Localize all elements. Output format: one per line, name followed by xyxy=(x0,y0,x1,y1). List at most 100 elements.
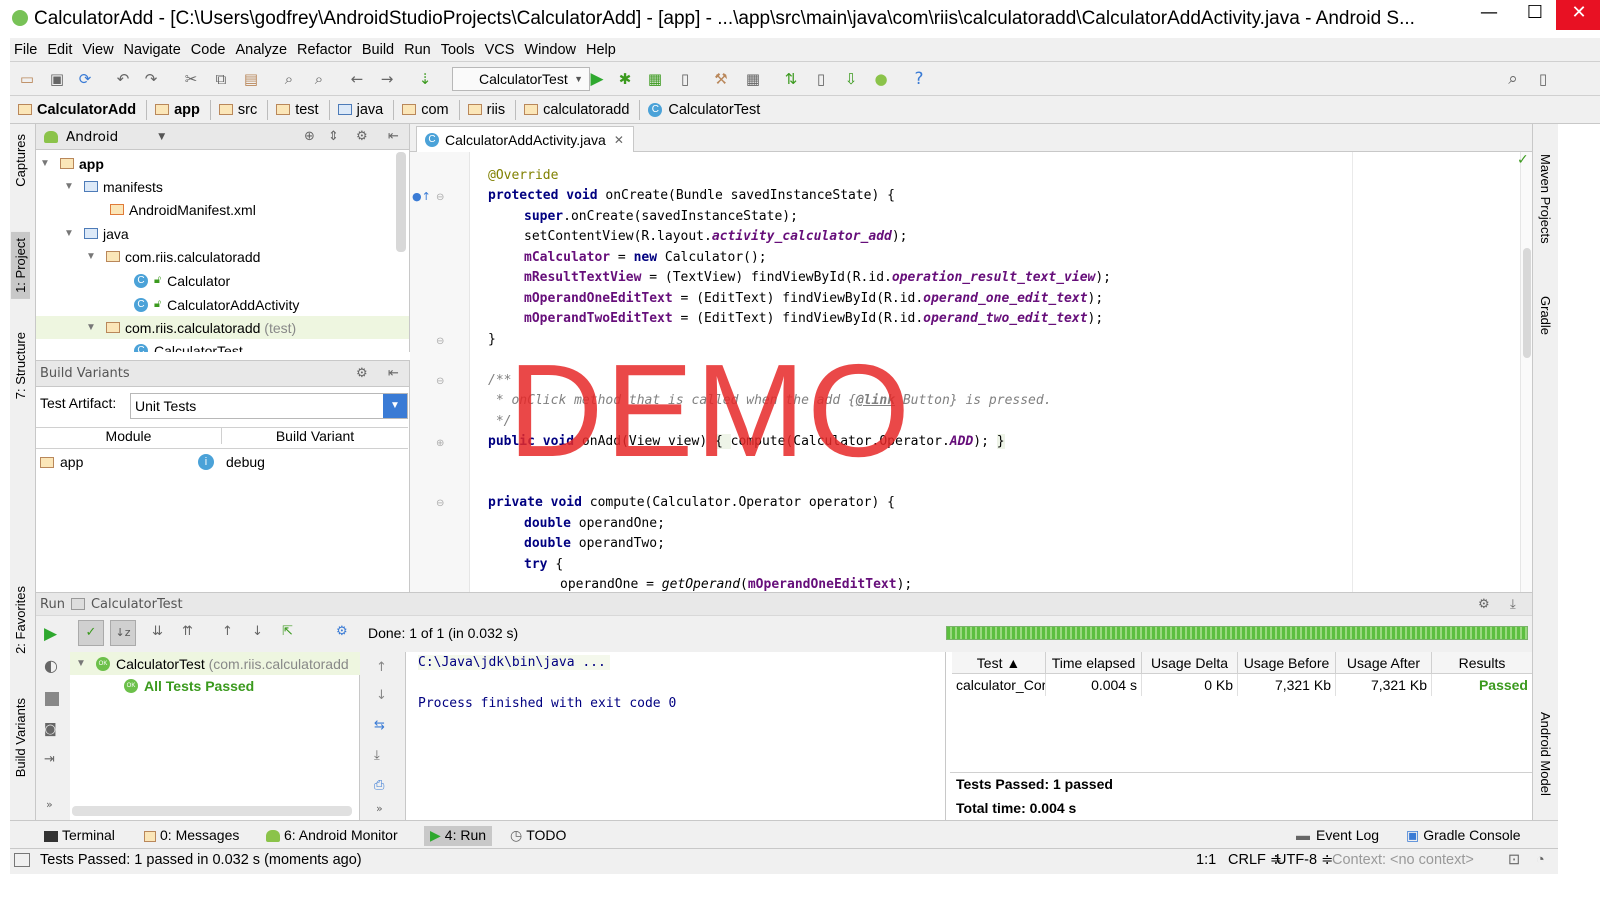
tree-item-test-package[interactable]: ▼ com.riis.calculatoradd (test) xyxy=(36,316,409,339)
open-folder-icon[interactable]: ▭ xyxy=(18,70,36,88)
attach-debugger-icon[interactable]: ▯ xyxy=(676,70,694,88)
column-usage-before[interactable]: Usage Before xyxy=(1238,652,1336,674)
down-icon[interactable]: ↓ xyxy=(376,688,387,703)
gear-icon[interactable]: ⚙ xyxy=(356,129,368,144)
breadcrumb-item[interactable]: CalculatorAdd xyxy=(10,99,148,120)
info-icon[interactable]: i xyxy=(198,454,214,470)
coverage-icon[interactable]: ▦ xyxy=(646,70,664,88)
tree-item-app[interactable]: ▼ app xyxy=(40,152,104,175)
menu-help[interactable]: Help xyxy=(586,42,616,58)
exit-icon[interactable]: ⇥ xyxy=(44,752,55,767)
debug-icon[interactable]: ✱ xyxy=(616,70,634,88)
gear-icon[interactable]: ⚙ xyxy=(356,366,368,381)
previous-failed-icon[interactable]: ↑ xyxy=(222,624,233,639)
android-model-tab[interactable]: Android Model xyxy=(1538,712,1553,796)
scrollbar[interactable] xyxy=(396,152,406,252)
menu-edit[interactable]: Edit xyxy=(47,42,72,58)
structure-icon[interactable]: ▦ xyxy=(744,70,762,88)
terminal-tab[interactable]: Terminal xyxy=(38,826,121,846)
tree-item-package[interactable]: ▼ com.riis.calculatoradd xyxy=(86,245,260,268)
cut-icon[interactable]: ✂ xyxy=(182,70,200,88)
fold-icon[interactable]: ⊖ xyxy=(436,498,444,509)
menu-build[interactable]: Build xyxy=(362,42,394,58)
column-results[interactable]: Results xyxy=(1432,652,1532,674)
breadcrumb-item[interactable]: java xyxy=(330,99,395,120)
stop-icon[interactable] xyxy=(45,692,59,706)
build-variant-value[interactable]: debug xyxy=(226,454,265,470)
back-icon[interactable]: ← xyxy=(348,70,366,88)
project-structure-icon[interactable]: ⚒ xyxy=(712,70,730,88)
project-tab[interactable]: 1: Project xyxy=(11,232,30,299)
build-variants-tab[interactable]: Build Variants xyxy=(13,698,28,777)
tree-item-activity[interactable]: C 🔓︎ CalculatorAddActivity xyxy=(134,293,299,316)
hide-panel-icon[interactable]: ⇤ xyxy=(388,366,399,381)
collapse-all-icon[interactable]: ⇕ xyxy=(328,129,339,144)
breadcrumb-item[interactable]: riis xyxy=(460,99,517,120)
undo-icon[interactable]: ↶ xyxy=(114,70,132,88)
line-separator[interactable]: CRLF ≑ xyxy=(1228,852,1282,868)
menu-run[interactable]: Run xyxy=(404,42,431,58)
test-tree-child[interactable]: OK All Tests Passed xyxy=(124,674,254,697)
more-icon[interactable]: » xyxy=(46,798,53,811)
forward-icon[interactable]: → xyxy=(378,70,396,88)
scroll-from-source-icon[interactable]: ⊕ xyxy=(304,129,315,144)
maximize-button[interactable]: ☐ xyxy=(1512,0,1558,30)
collapse-all-icon[interactable]: ⇈ xyxy=(182,624,193,639)
project-view-mode[interactable]: Android xyxy=(66,129,118,145)
variants-table-row[interactable]: app i debug xyxy=(36,451,408,475)
tree-item-calculator-test[interactable]: C CalculatorTest xyxy=(134,339,243,352)
next-failed-icon[interactable]: ↓ xyxy=(252,624,263,639)
fold-icon[interactable]: ⊕ xyxy=(436,438,444,449)
sync-icon[interactable]: ⟳ xyxy=(76,70,94,88)
camera-icon[interactable]: ◙ xyxy=(44,722,57,737)
up-icon[interactable]: ↑ xyxy=(376,660,387,675)
menu-navigate[interactable]: Navigate xyxy=(124,42,181,58)
chevron-down-icon[interactable]: ▼ xyxy=(158,132,165,142)
breadcrumb-item[interactable]: app xyxy=(147,99,211,120)
menu-refactor[interactable]: Refactor xyxy=(297,42,352,58)
caret-position[interactable]: 1:1 xyxy=(1196,852,1216,868)
column-usage-after[interactable]: Usage After xyxy=(1336,652,1432,674)
hide-panel-icon[interactable]: ⤓ xyxy=(1510,597,1516,612)
replace-icon[interactable]: ⌕ xyxy=(310,70,328,88)
redo-icon[interactable]: ↷ xyxy=(142,70,160,88)
print-icon[interactable]: ⎙ xyxy=(374,778,384,793)
tree-item-manifest-file[interactable]: AndroidManifest.xml xyxy=(110,198,256,221)
breadcrumb-item[interactable]: src xyxy=(211,99,269,120)
cell-test-name[interactable]: calculator_Corr xyxy=(952,674,1046,696)
hide-panel-icon[interactable]: ⇤ xyxy=(388,129,399,144)
column-time-elapsed[interactable]: Time elapsed xyxy=(1046,652,1142,674)
fold-icon[interactable]: ⊖ xyxy=(436,192,444,203)
sort-alpha-icon[interactable]: ↓z xyxy=(110,620,136,646)
gradle-sync-icon[interactable]: ⇅ xyxy=(782,70,800,88)
settings-icon[interactable]: ⚙ xyxy=(336,624,348,639)
menu-analyze[interactable]: Analyze xyxy=(235,42,287,58)
toggle-tool-windows-icon[interactable] xyxy=(14,853,30,867)
make-project-icon[interactable]: ⇣ xyxy=(416,70,434,88)
menu-window[interactable]: Window xyxy=(524,42,576,58)
console-output[interactable]: C:\Java\jdk\bin\java ... Process finishe… xyxy=(406,652,946,820)
run-tab[interactable]: ▶ 4: Run xyxy=(424,826,493,846)
menu-view[interactable]: View xyxy=(82,42,113,58)
fold-icon[interactable]: ⊖ xyxy=(436,376,444,387)
paste-icon[interactable]: ▤ xyxy=(242,70,260,88)
scroll-to-end-icon[interactable]: ⤓ xyxy=(374,748,380,763)
rerun-icon[interactable]: ▶ xyxy=(44,624,57,644)
column-usage-delta[interactable]: Usage Delta xyxy=(1142,652,1238,674)
structure-tab[interactable]: 7: Structure xyxy=(13,332,28,399)
android-device-monitor-icon[interactable]: ● xyxy=(872,70,890,88)
tree-item-calculator[interactable]: C 🔓︎ Calculator xyxy=(134,269,230,292)
run-config-select[interactable]: CalculatorTest ▼ xyxy=(452,67,590,91)
context-indicator[interactable]: Context: <no context> xyxy=(1332,852,1474,868)
close-button[interactable]: ✕ xyxy=(1556,0,1600,30)
breadcrumb-item[interactable]: calculatoradd xyxy=(516,99,641,120)
minimize-button[interactable]: — xyxy=(1466,0,1512,30)
expand-all-icon[interactable]: ⇊ xyxy=(152,624,163,639)
horizontal-scrollbar[interactable] xyxy=(72,806,352,816)
run-icon[interactable]: ▶ xyxy=(588,70,606,88)
captures-tab[interactable]: Captures xyxy=(13,134,28,187)
gradle-tab[interactable]: Gradle xyxy=(1538,296,1553,335)
help-icon[interactable]: ? xyxy=(910,70,928,88)
maven-projects-tab[interactable]: Maven Projects xyxy=(1538,154,1553,244)
breadcrumb-item[interactable]: C CalculatorTest xyxy=(640,100,770,120)
